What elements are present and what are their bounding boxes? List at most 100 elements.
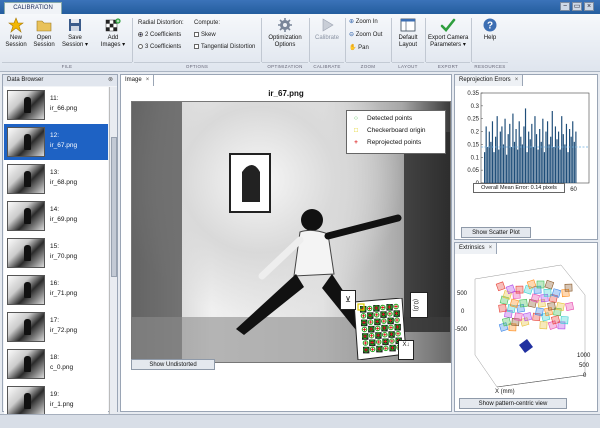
legend-circle-icon: ○ — [354, 115, 358, 122]
optimization-options-label: Optimization Options — [268, 35, 302, 48]
play-icon — [322, 18, 334, 32]
error-bar — [515, 129, 517, 183]
zoom-in-label: Zoom In — [355, 19, 378, 25]
skew-checkbox[interactable]: Skew — [194, 32, 216, 38]
show-undistorted-button[interactable]: Show Undistorted — [131, 359, 215, 370]
list-item[interactable]: 12: ir_67.png — [4, 124, 108, 160]
minimize-button[interactable]: − — [560, 2, 570, 11]
vertical-scrollbar[interactable] — [109, 87, 117, 422]
zoom-out-button[interactable]: ⊖ Zoom Out — [349, 31, 382, 38]
default-layout-button[interactable]: Default Layout — [394, 17, 422, 49]
list-item[interactable]: 14: ir_69.png — [4, 198, 108, 234]
help-icon: ? — [483, 18, 497, 32]
tab-calibration[interactable]: CALIBRATION — [4, 2, 62, 14]
optimization-options-button[interactable]: Optimization Options — [264, 17, 306, 49]
legend-reprojected: + Reprojected points — [351, 137, 421, 149]
tab-reprojection-errors[interactable]: Reprojection Errors × — [455, 75, 524, 86]
error-bar — [506, 154, 508, 183]
error-bar — [490, 141, 492, 183]
list-item-index: 13: — [50, 169, 60, 176]
error-bar — [534, 116, 536, 183]
image-title: ir_67.png — [268, 89, 304, 98]
gear-icon — [278, 18, 292, 32]
restore-button[interactable]: ▭ — [572, 2, 582, 11]
error-bar — [518, 121, 520, 183]
error-bar — [565, 123, 568, 183]
calibrate-button[interactable]: Calibrate — [312, 17, 342, 42]
error-bar — [548, 144, 550, 183]
error-bar — [529, 139, 531, 183]
error-bar — [556, 139, 558, 183]
list-item[interactable]: 17: ir_72.png — [4, 309, 108, 345]
list-item-filename: ir_1.png — [50, 401, 74, 408]
pattern-plane — [523, 312, 533, 322]
pattern-plane — [547, 301, 556, 311]
error-bar — [572, 121, 574, 183]
error-bar — [488, 131, 490, 183]
close-button[interactable]: × — [584, 2, 594, 11]
list-item-filename: ir_69.png — [50, 216, 78, 223]
pattern-plane — [514, 312, 523, 322]
image-list: 11: ir_66.png 12: ir_67.png 13: ir_68.png 14: i… — [4, 87, 108, 422]
new-session-button[interactable]: New Session — [4, 17, 28, 49]
add-images-button[interactable]: Add Images ▾ — [98, 17, 128, 49]
list-item[interactable]: 16: ir_71.png — [4, 272, 108, 308]
error-bar — [495, 136, 497, 183]
y-tick-label: 0.3 — [471, 104, 480, 110]
error-bar — [559, 149, 561, 183]
y-tick-500: 500 — [457, 291, 468, 297]
list-item[interactable]: 13: ir_68.png — [4, 161, 108, 197]
error-bar — [540, 141, 542, 183]
reprojection-tab-label: Reprojection Errors — [459, 77, 511, 83]
radial-3-coefficients-radio[interactable]: 3 Coefficients — [138, 44, 181, 50]
list-item[interactable]: 15: ir_70.png — [4, 235, 108, 271]
export-label: Export Camera Parameters ▾ — [428, 35, 469, 48]
pattern-plane — [551, 288, 562, 298]
close-tab-icon[interactable]: × — [489, 245, 493, 251]
export-camera-parameters-button[interactable]: Export Camera Parameters ▾ — [428, 17, 468, 49]
extrinsics-3d-plot[interactable] — [457, 255, 597, 395]
close-tab-icon[interactable]: × — [146, 77, 150, 83]
zoom-out-icon: ⊖ — [349, 32, 355, 38]
help-button[interactable]: ? Help — [478, 17, 502, 42]
new-session-label: New Session — [5, 35, 27, 48]
error-bar — [520, 136, 522, 183]
show-scatter-plot-button[interactable]: Show Scatter Plot — [461, 227, 531, 238]
error-bar — [512, 113, 514, 183]
layout-icon — [400, 18, 416, 32]
zoom-in-button[interactable]: ⊕ Zoom In — [349, 18, 378, 25]
separator — [425, 18, 426, 62]
close-tab-icon[interactable]: × — [515, 77, 519, 83]
data-browser-panel: Data Browser ⊗ 11: ir_66.png 12: ir_67.png 1… — [2, 74, 118, 422]
y-tick-label: 0.15 — [467, 142, 479, 148]
scrollbar-thumb[interactable] — [111, 137, 117, 277]
y-tick-label: 0.05 — [467, 168, 479, 174]
error-bar — [573, 141, 575, 183]
panel-collapse-icon[interactable]: ⊗ — [108, 75, 113, 86]
show-pattern-centric-view-button[interactable]: Show pattern-centric view — [459, 398, 567, 409]
save-session-button[interactable]: Save Session ▾ — [60, 17, 90, 49]
tab-image[interactable]: Image × — [121, 75, 155, 86]
pan-button[interactable]: ✋ Pan — [349, 44, 369, 51]
tangential-distortion-checkbox[interactable]: Tangential Distortion — [194, 44, 255, 50]
error-bar — [546, 121, 549, 183]
radio-selected-icon — [138, 32, 143, 37]
error-bar — [504, 118, 506, 183]
legend-square-icon: □ — [354, 127, 358, 134]
legend-origin-label: Checkerboard origin — [367, 127, 426, 134]
z-tick-500: 500 — [579, 363, 590, 369]
coef2-label: 2 Coefficients — [145, 32, 182, 38]
error-bar — [532, 147, 534, 183]
list-item[interactable]: 11: ir_66.png — [4, 87, 108, 123]
reprojection-bar-chart[interactable]: 00.050.10.150.20.250.30.350204060 — [459, 89, 595, 219]
radial-2-coefficients-radio[interactable]: 2 Coefficients — [138, 32, 181, 38]
list-item[interactable]: 18: c_0.png — [4, 346, 108, 382]
add-images-label: Add Images ▾ — [100, 35, 126, 48]
open-session-button[interactable]: Open Session — [32, 17, 56, 49]
tab-extrinsics[interactable]: Extrinsics × — [455, 243, 498, 254]
section-file-label: FILE — [2, 62, 132, 71]
thumbnail-image — [7, 90, 45, 120]
list-item-index: 16: — [50, 280, 60, 287]
error-bar — [562, 134, 564, 183]
calibration-image[interactable]: ⊻ (0,0) X↓ ○ Detected points □ Checkerboar… — [131, 101, 451, 363]
